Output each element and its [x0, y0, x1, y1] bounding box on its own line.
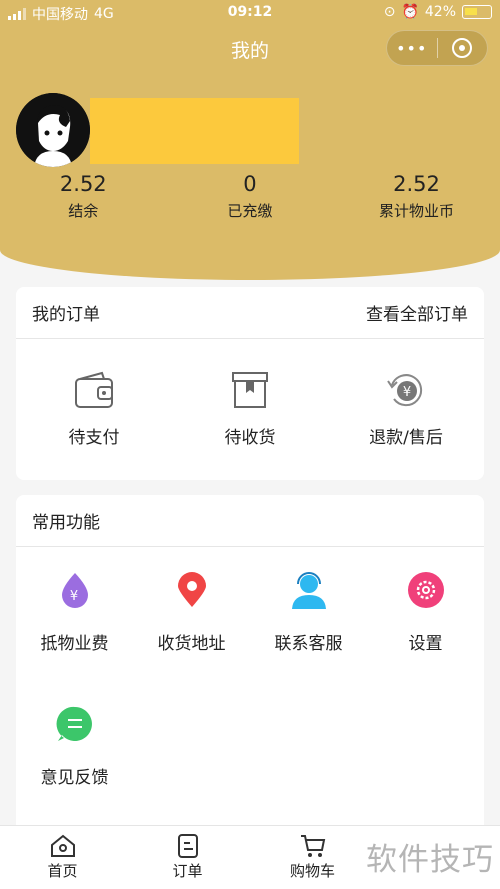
functions-header: 常用功能 [16, 495, 484, 547]
gear-icon [407, 572, 444, 608]
svg-text:¥: ¥ [69, 589, 77, 604]
function-label: 抵物业费 [40, 634, 109, 654]
tab-label: 订单 [172, 862, 203, 880]
order-label: 待支付 [68, 427, 120, 448]
tab-label: 购物车 [289, 862, 335, 880]
order-pending-payment[interactable]: 待支付 [16, 371, 172, 448]
function-customer-service[interactable]: 联系客服 [250, 571, 367, 705]
function-feedback[interactable]: 意见反馈 [16, 705, 133, 839]
orders-title: 我的订单 [32, 305, 100, 325]
stat-label: 结余 [68, 202, 99, 220]
yuan-drop-icon: ¥ [61, 573, 88, 608]
cart-icon [300, 835, 325, 857]
account-stats: 2.52 结余 0 已充缴 2.52 累计物业币 [0, 172, 500, 221]
order-icon [177, 834, 198, 858]
common-functions-card: 常用功能 ¥ 抵物业费 收货地址 联系客服 设置 意见反馈 [16, 495, 484, 825]
order-refund-aftersale[interactable]: ¥ 退款/售后 [328, 371, 484, 448]
stat-value: 2.52 [393, 172, 440, 196]
functions-title: 常用功能 [32, 513, 100, 533]
tab-cart[interactable]: 购物车 [250, 826, 375, 889]
function-property-fee-deduction[interactable]: ¥ 抵物业费 [16, 571, 133, 705]
stat-label: 已充缴 [227, 202, 273, 220]
battery-icon [462, 5, 492, 19]
customer-service-icon [291, 572, 326, 609]
close-button[interactable] [437, 38, 487, 58]
box-icon [232, 371, 268, 408]
refund-icon: ¥ [387, 373, 423, 406]
function-label: 意见反馈 [40, 768, 109, 788]
home-icon [50, 834, 75, 857]
status-bar: 中国移动 4G 09:12 ⊙ ⏰ 42% [0, 0, 500, 26]
location-pin-icon [177, 572, 206, 607]
function-label: 联系客服 [274, 634, 343, 654]
orders-header: 我的订单 查看全部订单 [16, 287, 484, 339]
order-pending-receipt[interactable]: 待收货 [172, 371, 328, 448]
tab-orders[interactable]: 订单 [125, 826, 250, 889]
username-redacted [90, 98, 299, 164]
my-orders-card: 我的订单 查看全部订单 待支付 待收货 ¥ 退款/售后 [16, 287, 484, 480]
order-label: 退款/售后 [369, 427, 443, 448]
battery-percent: 42% [424, 4, 456, 20]
stat-property-coins[interactable]: 2.52 累计物业币 [333, 172, 500, 221]
order-label: 待收货 [224, 427, 276, 448]
more-button[interactable]: ••• [387, 39, 437, 58]
tab-label: 首页 [47, 862, 78, 880]
avatar[interactable] [16, 93, 90, 167]
stat-value: 0 [243, 172, 257, 196]
avatar-illustration [16, 93, 90, 167]
stat-recharged[interactable]: 0 已充缴 [167, 172, 334, 221]
watermark-text: 软件技巧 [366, 842, 494, 878]
view-all-orders-link[interactable]: 查看全部订单 [366, 300, 468, 325]
function-shipping-address[interactable]: 收货地址 [133, 571, 250, 705]
function-label: 收货地址 [157, 634, 226, 654]
stat-balance[interactable]: 2.52 结余 [0, 172, 167, 221]
function-label: 设置 [408, 634, 443, 654]
target-icon [452, 38, 473, 58]
mini-program-capsule: ••• [386, 30, 488, 66]
stat-value: 2.52 [59, 172, 107, 196]
wallet-icon [75, 371, 113, 408]
alarm-icon: ⏰ [401, 4, 419, 20]
function-settings[interactable]: 设置 [367, 571, 484, 705]
stat-label: 累计物业币 [378, 202, 454, 220]
feedback-chat-icon [56, 706, 92, 741]
tab-home[interactable]: 首页 [0, 826, 125, 889]
lock-rotation-icon: ⊙ [383, 4, 396, 20]
svg-text:¥: ¥ [403, 385, 411, 400]
profile-header: 我的 ••• [0, 26, 500, 280]
